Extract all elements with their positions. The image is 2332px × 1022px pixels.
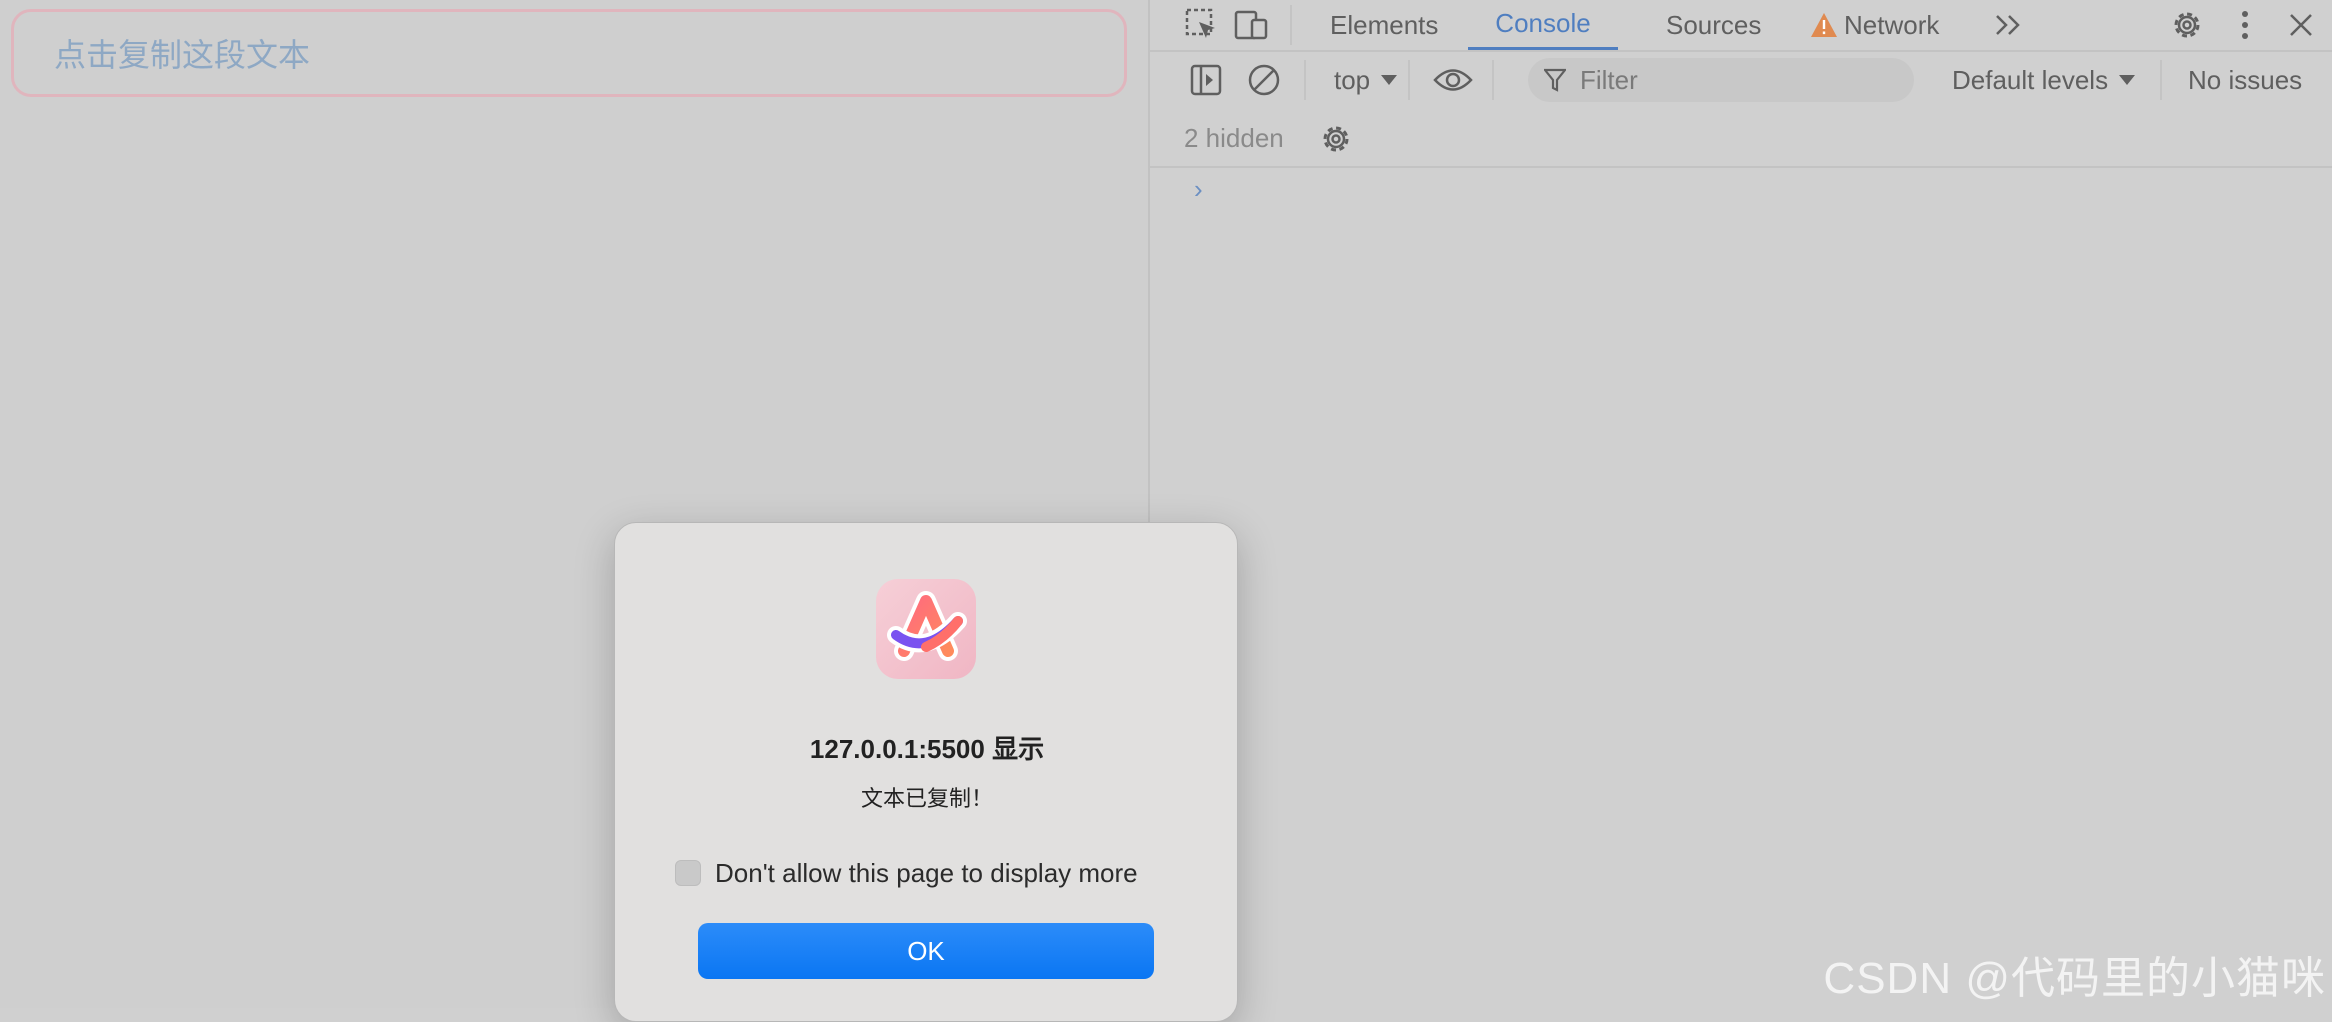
console-prompt[interactable]: › (1194, 174, 1203, 205)
filter-input[interactable] (1578, 63, 1882, 97)
dialog-title: 127.0.0.1:5500 显示 (809, 734, 1045, 764)
hidden-count: 2 hidden (1184, 110, 1284, 166)
log-levels-label: Default levels (1952, 64, 2109, 95)
inspect-element-icon[interactable] (1182, 5, 1222, 45)
filter-funnel-icon (1544, 68, 1566, 92)
suppress-dialogs-checkbox[interactable] (675, 860, 701, 886)
clear-console-icon[interactable] (1244, 60, 1284, 100)
context-selector[interactable]: top (1334, 52, 1398, 108)
issues-indicator[interactable]: No issues (2188, 52, 2302, 108)
tab-network[interactable]: Network (1810, 0, 1939, 50)
toolbar-divider (1290, 5, 1292, 45)
context-label: top (1334, 64, 1371, 95)
suppress-dialogs-label: Don't allow this page to display more (715, 857, 1138, 888)
device-toolbar-icon[interactable] (1232, 5, 1272, 45)
filter-field[interactable] (1528, 58, 1914, 102)
tab-elements-label: Elements (1330, 9, 1439, 40)
sidebar-toggle-icon[interactable] (1186, 60, 1226, 100)
alert-dialog: 127.0.0.1:5500 显示 文本已复制！ Don't allow thi… (614, 522, 1238, 1022)
log-levels-dropdown[interactable]: Default levels (1952, 52, 2136, 108)
toolbar-divider (1304, 60, 1306, 100)
devtools-panel: Elements Console Sources Network top Fil… (1150, 0, 2332, 1008)
devtools-tab-bar: Elements Console Sources Network (1150, 0, 2332, 52)
console-toolbar: top Default levels No issues (1150, 52, 2332, 108)
console-subtoolbar: 2 hidden (1150, 110, 2332, 168)
tab-sources-label: Sources (1666, 9, 1762, 40)
prompt-chevron-icon: › (1194, 174, 1203, 204)
tab-sources[interactable]: Sources (1666, 0, 1761, 50)
suppress-dialogs-option[interactable]: Don't allow this page to display more (675, 853, 1138, 893)
toolbar-divider (1492, 60, 1494, 100)
tab-network-label: Network (1844, 9, 1940, 40)
more-tabs-icon[interactable] (1988, 5, 2028, 45)
arc-browser-app-icon (874, 577, 978, 681)
copy-text-box[interactable]: 点击复制这段文本 (11, 9, 1127, 97)
tab-elements[interactable]: Elements (1330, 0, 1438, 50)
warning-icon (1810, 12, 1838, 38)
hidden-count-label: 2 hidden (1184, 122, 1284, 153)
kebab-menu-icon[interactable] (2230, 4, 2260, 46)
ok-button-label: OK (907, 935, 945, 966)
issues-label: No issues (2188, 64, 2303, 95)
ok-button[interactable]: OK (698, 923, 1154, 979)
tab-console[interactable]: Console (1468, 0, 1618, 50)
dialog-message: 文本已复制！ (860, 786, 993, 811)
live-expression-eye-icon[interactable] (1430, 60, 1476, 100)
toolbar-divider (2160, 60, 2162, 100)
console-settings-gear-icon[interactable] (1316, 119, 1356, 159)
toolbar-divider (1408, 60, 1410, 100)
watermark: CSDN @代码里的小猫咪 (1823, 954, 2326, 1003)
copy-text: 点击复制这段文本 (54, 37, 311, 73)
settings-gear-icon[interactable] (2166, 4, 2208, 46)
dropdown-arrow-icon (2118, 74, 2136, 86)
tab-console-label: Console (1495, 8, 1591, 38)
close-icon[interactable] (2280, 4, 2322, 46)
dropdown-arrow-icon (1380, 74, 1398, 86)
